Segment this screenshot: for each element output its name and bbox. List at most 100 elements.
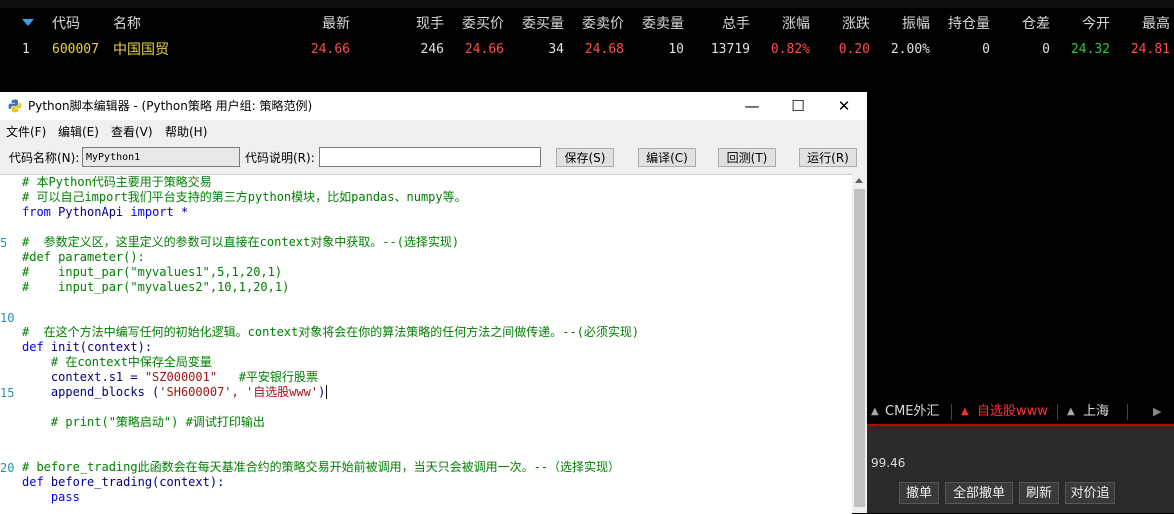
pct-change: 0.82% [770,42,810,57]
minimize-button[interactable]: — [729,92,775,120]
code-line[interactable]: # 在context中保存全局变量 [22,355,212,370]
cancel-order-button[interactable]: 撤单 [899,482,939,504]
line-number: 5 [0,236,8,250]
amplitude: 2.00% [890,42,930,57]
current-volume: 246 [420,42,444,57]
column-header[interactable]: 委卖量 [624,13,684,35]
line-number: 10 [0,311,15,325]
code-editor[interactable]: 5 10 15 20 # 本Python代码主要用于策略交易 # 可以自己impo… [0,174,852,514]
trade-panel: 99.46 撤单 全部撤单 刷新 对价追 [867,426,1174,513]
chase-price-button[interactable]: 对价追 [1065,482,1115,504]
editor-toolbar: 代码名称(N): MyPython1 代码说明(R): 保存(S) 编译(C) … [0,145,867,171]
tab-divider [1127,404,1128,420]
ask-price: 24.68 [584,42,624,57]
python-logo-icon [8,99,22,113]
tab-arrow-icon[interactable]: ▲ [1067,400,1075,424]
column-header[interactable]: 今开 [1050,13,1110,35]
column-header[interactable]: 现手 [384,13,444,35]
column-header[interactable]: 委买量 [504,13,564,35]
column-header[interactable]: 持仓量 [930,13,990,35]
open-price: 24.32 [1070,42,1110,57]
code-line[interactable]: from PythonApi import * [22,205,188,220]
editor-scrollbar[interactable] [852,174,867,513]
code-line[interactable]: def init(context): [22,340,152,355]
code-line[interactable]: pass [22,490,80,505]
board-header-row: 代码 名称 最新 现手 委买价 委买量 委卖价 委卖量 总手 涨幅 涨跌 振幅 持仓量 仓差 今开 最高 [0,13,1174,35]
column-header[interactable]: 振幅 [870,13,930,35]
tab-cme-forex[interactable]: CME外汇 [885,400,940,424]
table-row[interactable]: 1 600007 中国国贸 24.66 246 24.66 34 24.68 1… [0,39,1174,61]
line-number: 15 [0,386,15,400]
column-header[interactable]: 委卖价 [564,13,624,35]
maximize-button[interactable]: ☐ [775,92,821,120]
code-line[interactable]: context.s1 = "SZ000001" #平安银行股票 [22,370,318,385]
last-price: 24.66 [310,42,350,57]
code-line[interactable]: # 在这个方法中编写任何的初始化逻辑。context对象将会在你的算法策略的任何… [22,325,639,340]
bid-volume: 34 [548,42,564,57]
board-top-strip [0,0,1174,8]
column-header[interactable]: 总手 [690,13,750,35]
code-line[interactable]: def before_trading(context): [22,475,224,490]
code-name-field[interactable]: MyPython1 [82,147,240,167]
code-line[interactable]: append_blocks ('SH600007', '自选股www') [22,385,328,400]
code-desc-label: 代码说明(R): [245,151,315,165]
column-header[interactable]: 最新 [290,13,350,35]
tab-scroll-arrow-icon[interactable]: ▶ [1153,400,1161,424]
column-header[interactable]: 仓差 [990,13,1050,35]
tab-divider [951,404,952,420]
code-line[interactable]: #def parameter(): [22,250,145,265]
code-name-label: 代码名称(N): [9,151,80,165]
column-header[interactable]: 委买价 [444,13,504,35]
tab-shanghai[interactable]: 上海 [1083,400,1109,424]
ask-volume: 10 [668,42,684,57]
quote-board: 代码 名称 最新 现手 委买价 委买量 委卖价 委卖量 总手 涨幅 涨跌 振幅 持仓量 仓差 今开 最高 1 … [0,0,1174,92]
row-index: 1 [22,42,30,57]
price-change: 0.20 [838,42,870,57]
menu-file[interactable]: 文件(F) [6,121,46,143]
tab-watchlist[interactable]: 自选股www [977,400,1048,424]
cancel-all-button[interactable]: 全部撤单 [945,482,1013,504]
line-number-gutter: 5 10 15 20 [0,175,20,514]
code-line[interactable]: # input_par("myvalues2",10,1,20,1) [22,280,289,295]
tab-divider [1057,404,1058,420]
high-price: 24.81 [1130,42,1170,57]
code-line[interactable]: # before_trading此函数会在每天基准合约的策略交易开始前被调用，当… [22,460,620,475]
scroll-up-icon[interactable] [855,178,863,183]
title-bar[interactable]: Python脚本编辑器 - (Python策略 用户组: 策略范例) — ☐ ✕ [0,92,867,120]
right-tab-bar: ▲ CME外汇 ▲ 自选股www ▲ 上海 ▶ [867,400,1174,424]
backtest-button[interactable]: 回测(T) [718,148,776,167]
menu-help[interactable]: 帮助(H) [165,121,207,143]
code-line[interactable]: # print("策略启动") #调试打印输出 [22,415,265,430]
code-line[interactable]: # 可以自己import我们平台支持的第三方python模块，比如pandas、… [22,190,467,205]
menu-bar: 文件(F) 编辑(E) 查看(V) 帮助(H) [0,121,867,143]
menu-edit[interactable]: 编辑(E) [58,121,99,143]
save-button[interactable]: 保存(S) [556,148,614,167]
bid-price: 24.66 [464,42,504,57]
scrollbar-thumb[interactable] [854,189,865,507]
stock-name[interactable]: 中国国贸 [113,39,169,61]
code-desc-field[interactable] [319,147,541,167]
refresh-button[interactable]: 刷新 [1019,482,1059,504]
python-editor-window: Python脚本编辑器 - (Python策略 用户组: 策略范例) — ☐ ✕… [0,92,867,514]
line-number: 20 [0,461,15,475]
column-header[interactable]: 最高 [1110,13,1170,35]
run-button[interactable]: 运行(R) [799,148,857,167]
code-line[interactable]: # 参数定义区，这里定义的参数可以直接在context对象中获取。--(选择实现… [22,235,459,250]
total-volume: 13719 [710,42,750,57]
open-interest: 0 [982,42,990,57]
price-readout: 99.46 [871,456,906,470]
menu-view[interactable]: 查看(V) [111,121,153,143]
column-header[interactable]: 涨幅 [750,13,810,35]
stock-code[interactable]: 600007 [52,39,99,61]
column-header[interactable]: 涨跌 [810,13,870,35]
code-line[interactable]: # input_par("myvalues1",5,1,20,1) [22,265,282,280]
oi-change: 0 [1042,42,1050,57]
column-header[interactable]: 名称 [113,13,141,35]
column-header[interactable]: 代码 [52,13,80,35]
close-button[interactable]: ✕ [821,92,867,120]
tab-arrow-icon[interactable]: ▲ [871,400,879,424]
window-title: Python脚本编辑器 - (Python策略 用户组: 策略范例) [28,99,313,113]
compile-button[interactable]: 编译(C) [638,148,696,167]
code-line[interactable]: # 本Python代码主要用于策略交易 [22,175,212,190]
tab-arrow-icon[interactable]: ▲ [961,400,969,424]
